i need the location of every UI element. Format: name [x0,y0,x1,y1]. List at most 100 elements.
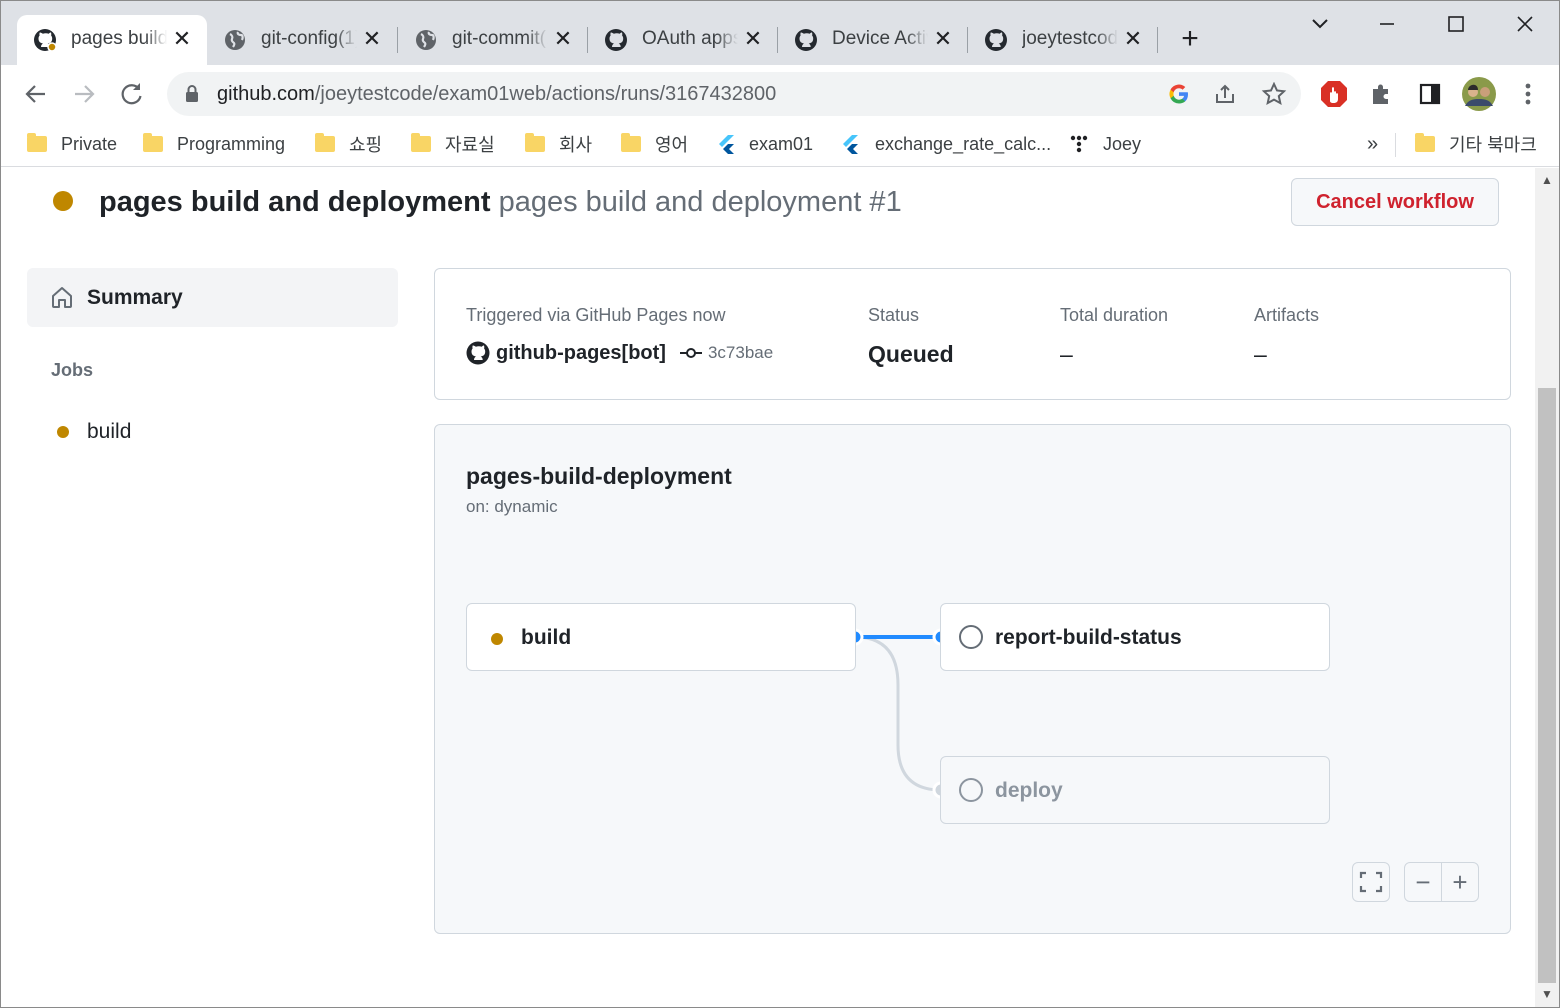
tab-close-icon[interactable]: ✕ [361,28,383,50]
job-node-deploy[interactable]: deploy [940,756,1330,824]
avatar[interactable] [1461,76,1497,112]
bookmark-private[interactable]: Private [27,129,117,159]
adblock-icon[interactable] [1317,77,1351,111]
sidebar-item-summary[interactable]: Summary [27,268,398,327]
page-title: pages build and deployment pages build a… [99,186,902,219]
zoom-out-button[interactable]: − [1404,862,1442,902]
queued-status-icon [57,426,69,438]
page-scrollbar[interactable]: ▲ ▼ [1535,168,1559,1007]
tab-git-config[interactable]: git-config(1) ✕ [207,15,397,65]
side-panel-icon[interactable] [1413,77,1447,111]
tab-close-icon[interactable]: ✕ [742,28,764,50]
bookmark-label: 영어 [655,135,689,155]
tab-close-icon[interactable]: ✕ [1122,28,1144,50]
duration-label: Total duration [1060,305,1169,325]
fullscreen-icon [1359,871,1383,893]
sidebar-item-label: build [87,420,132,443]
url-path: /joeytestcode/exam01web/actions/runs/316… [314,83,777,105]
pending-status-icon [959,625,983,649]
globe-icon [416,30,436,50]
address-bar[interactable]: github.com/joeytestcode/exam01web/action… [167,72,1301,116]
duration-value: – [1060,341,1073,367]
commit-icon [679,348,702,358]
tab-device-activation[interactable]: Device Activation ✕ [778,15,968,65]
tab-separator [1157,27,1158,53]
tab-search-button[interactable] [1297,7,1343,41]
bookmarks-overflow-button[interactable]: » [1367,129,1378,159]
bookmark-english[interactable]: 영어 [621,129,688,159]
workflow-graph: pages-build-deployment on: dynamic build… [434,424,1511,934]
folder-icon [315,133,335,152]
scroll-thumb[interactable] [1538,388,1556,983]
artifacts-value: – [1254,341,1267,367]
chevron-down-icon [1312,19,1328,29]
workflow-file-name[interactable]: pages-build-deployment [466,463,732,490]
browser-window: pages build and deployment ✕ git-config(… [0,0,1560,1008]
github-icon [605,29,627,51]
bookmark-exam01[interactable]: exam01 [717,129,813,159]
cancel-workflow-button[interactable]: Cancel workflow [1291,178,1499,226]
close-icon [1517,16,1533,32]
bookmark-divider [1395,133,1396,157]
run-name: pages build and deployment #1 [498,186,902,218]
maximize-icon [1448,16,1464,32]
extensions-icon[interactable] [1365,77,1399,111]
google-icon[interactable] [1167,82,1191,106]
bookmark-programming[interactable]: Programming [143,129,285,159]
job-node-report-build-status[interactable]: report-build-status [940,603,1330,671]
maximize-button[interactable] [1433,7,1479,41]
status-value: Queued [868,341,954,367]
share-icon[interactable] [1213,82,1239,106]
bookmark-label: 쇼핑 [349,135,383,155]
actor-name[interactable]: github-pages[bot] [496,342,666,365]
tab-joeytestcode[interactable]: joeytestcode ✕ [968,15,1158,65]
tab-oauth-apps[interactable]: OAuth apps ✕ [588,15,778,65]
forward-button[interactable] [67,77,101,111]
bookmark-exchange-rate[interactable]: exchange_rate_calc... [841,129,1051,159]
tab-close-icon[interactable]: ✕ [552,28,574,50]
close-window-button[interactable] [1502,7,1548,41]
job-node-label: report-build-status [995,626,1182,649]
star-icon[interactable] [1261,82,1287,106]
scroll-up-icon[interactable]: ▲ [1535,170,1559,190]
workflow-trigger: on: dynamic [466,497,558,516]
scroll-down-icon[interactable]: ▼ [1535,984,1559,1004]
folder-icon [411,133,431,152]
bookmark-library[interactable]: 자료실 [411,129,495,159]
sidebar-item-build[interactable]: build [27,408,398,454]
tab-close-icon[interactable]: ✕ [171,28,193,50]
github-icon [985,29,1007,51]
arrow-left-icon [25,85,45,103]
tab-git-commit[interactable]: git-commit(1) ✕ [398,15,588,65]
artifacts-label: Artifacts [1254,305,1320,325]
bookmark-joey[interactable]: Joey [1069,129,1141,159]
status-label: Status [868,305,920,325]
job-node-label: deploy [995,779,1063,802]
job-node-label: build [521,626,572,649]
commit-sha-link[interactable]: 3c73bae [708,343,773,363]
back-button[interactable] [19,77,53,111]
reload-button[interactable] [115,77,149,111]
other-bookmarks[interactable]: 기타 북마크 [1415,129,1537,159]
tab-pages-build[interactable]: pages build and deployment ✕ [17,15,207,65]
tab-close-icon[interactable]: ✕ [932,28,954,50]
run-summary-box: Triggered via GitHub Pages now github-pa… [434,268,1511,400]
github-icon [795,29,817,51]
folder-icon [621,133,641,152]
url-text: github.com/joeytestcode/exam01web/action… [217,83,776,106]
minimize-button[interactable] [1364,7,1410,41]
bookmark-shopping[interactable]: 쇼핑 [315,129,382,159]
bookmark-company[interactable]: 회사 [525,129,592,159]
workflow-name[interactable]: pages build and deployment [99,186,491,218]
zoom-in-button[interactable]: + [1441,862,1479,902]
tab-title: joeytestcode [1022,28,1118,50]
menu-dots-icon[interactable] [1511,77,1545,111]
job-node-build[interactable]: build [466,603,856,671]
folder-icon [27,133,47,152]
queued-status-icon [53,191,73,211]
fullscreen-button[interactable] [1352,862,1390,902]
flutter-icon [719,135,734,154]
new-tab-button[interactable]: + [1173,23,1207,57]
bookmark-label: 기타 북마크 [1449,135,1537,155]
folder-icon [525,133,545,152]
